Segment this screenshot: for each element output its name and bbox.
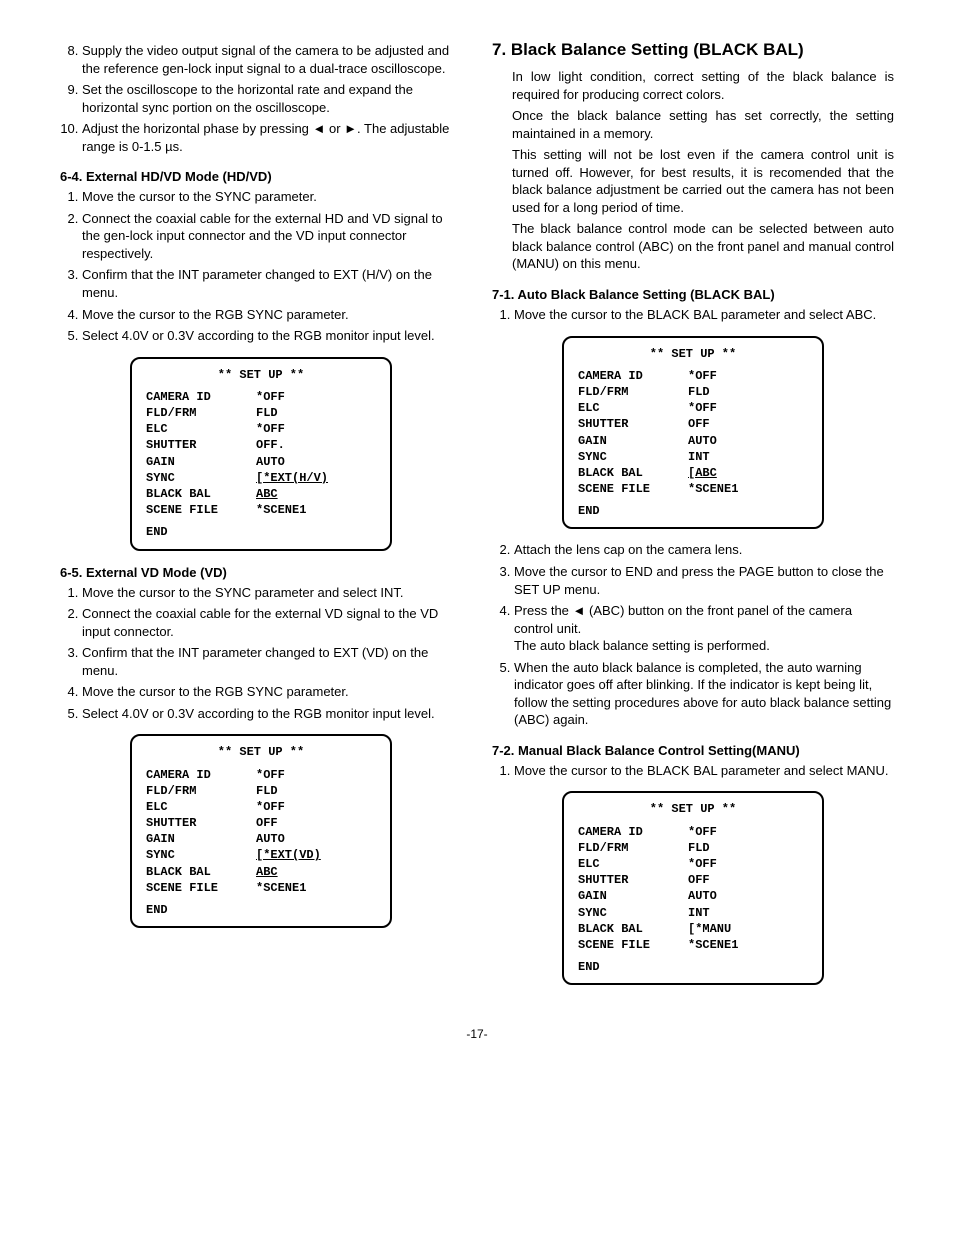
list-item: Select 4.0V or 0.3V according to the RGB… — [82, 705, 462, 723]
list-item: Move the cursor to the RGB SYNC paramete… — [82, 306, 462, 324]
list-item: Move the cursor to the RGB SYNC paramete… — [82, 683, 462, 701]
list-6-4: Move the cursor to the SYNC parameter. C… — [60, 188, 462, 344]
heading-7: 7. Black Balance Setting (BLACK BAL) — [492, 40, 894, 60]
list-item: Move the cursor to the BLACK BAL paramet… — [514, 306, 894, 324]
setup-menu-box-3: ** SET UP **CAMERA ID*OFFFLD/FRMFLDELC*O… — [562, 336, 824, 530]
list-item: Connect the coaxial cable for the extern… — [82, 605, 462, 640]
paragraph: In low light condition, correct setting … — [512, 68, 894, 103]
paragraph: This setting will not be lost even if th… — [512, 146, 894, 216]
heading-7-1: 7-1. Auto Black Balance Setting (BLACK B… — [492, 287, 894, 302]
heading-7-2: 7-2. Manual Black Balance Control Settin… — [492, 743, 894, 758]
list-item: Confirm that the INT parameter changed t… — [82, 644, 462, 679]
list-item: Set the oscilloscope to the horizontal r… — [82, 81, 462, 116]
list-item: Press the ◄ (ABC) button on the front pa… — [514, 602, 894, 655]
list-7-1a: Move the cursor to the BLACK BAL paramet… — [492, 306, 894, 324]
list-item: Supply the video output signal of the ca… — [82, 42, 462, 77]
list-item: Adjust the horizontal phase by pressing … — [82, 120, 462, 155]
list-item: When the auto black balance is completed… — [514, 659, 894, 729]
setup-menu-box-4: ** SET UP **CAMERA ID*OFFFLD/FRMFLDELC*O… — [562, 791, 824, 985]
list-7-1b: Attach the lens cap on the camera lens. … — [492, 541, 894, 728]
setup-menu-box-2: ** SET UP **CAMERA ID*OFFFLD/FRMFLDELC*O… — [130, 734, 392, 928]
list-item: Select 4.0V or 0.3V according to the RGB… — [82, 327, 462, 345]
list-item: Attach the lens cap on the camera lens. — [514, 541, 894, 559]
setup-menu-box-1: ** SET UP **CAMERA ID*OFFFLD/FRMFLDELC*O… — [130, 357, 392, 551]
page-number: -17- — [60, 1027, 894, 1041]
list-item: Connect the coaxial cable for the extern… — [82, 210, 462, 263]
list-pre: Supply the video output signal of the ca… — [60, 42, 462, 155]
paragraph: The black balance control mode can be se… — [512, 220, 894, 273]
left-column: Supply the video output signal of the ca… — [60, 40, 462, 997]
list-7-2: Move the cursor to the BLACK BAL paramet… — [492, 762, 894, 780]
list-item: Move the cursor to the SYNC parameter. — [82, 188, 462, 206]
paragraph: Once the black balance setting has set c… — [512, 107, 894, 142]
list-item: Move the cursor to the BLACK BAL paramet… — [514, 762, 894, 780]
heading-6-4: 6-4. External HD/VD Mode (HD/VD) — [60, 169, 462, 184]
list-item: Confirm that the INT parameter changed t… — [82, 266, 462, 301]
right-column: 7. Black Balance Setting (BLACK BAL) In … — [492, 40, 894, 997]
heading-6-5: 6-5. External VD Mode (VD) — [60, 565, 462, 580]
list-item: Move the cursor to the SYNC parameter an… — [82, 584, 462, 602]
list-6-5: Move the cursor to the SYNC parameter an… — [60, 584, 462, 723]
list-item: Move the cursor to END and press the PAG… — [514, 563, 894, 598]
